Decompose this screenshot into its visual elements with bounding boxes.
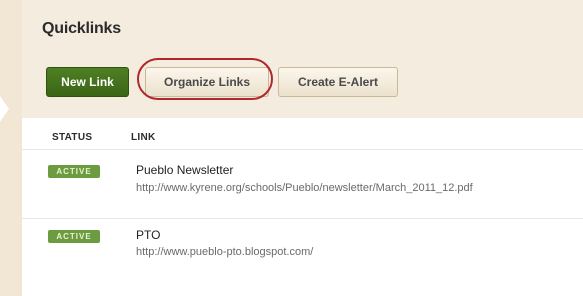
column-header-status: STATUS — [52, 132, 93, 143]
header-divider — [22, 149, 583, 150]
link-title[interactable]: PTO — [136, 228, 160, 242]
organize-links-button[interactable]: Organize Links — [145, 67, 269, 97]
table-row: ACTIVE PTO http://www.pueblo-pto.blogspo… — [22, 218, 583, 287]
left-rail — [0, 0, 22, 296]
status-badge: ACTIVE — [48, 165, 100, 178]
status-badge: ACTIVE — [48, 230, 100, 243]
panel-header: Quicklinks New Link Organize Links Creat… — [22, 0, 583, 118]
collapse-arrow-icon[interactable] — [0, 96, 9, 122]
create-e-alert-button[interactable]: Create E-Alert — [278, 67, 398, 97]
link-url[interactable]: http://www.kyrene.org/schools/Pueblo/new… — [136, 182, 473, 194]
new-link-button[interactable]: New Link — [46, 67, 129, 97]
link-title[interactable]: Pueblo Newsletter — [136, 163, 233, 177]
link-url[interactable]: http://www.pueblo-pto.blogspot.com/ — [136, 246, 313, 258]
quicklinks-panel: Quicklinks New Link Organize Links Creat… — [22, 0, 583, 296]
table-row: ACTIVE Pueblo Newsletter http://www.kyre… — [22, 152, 583, 220]
column-header-link: LINK — [131, 132, 156, 143]
panel-title: Quicklinks — [42, 20, 121, 37]
